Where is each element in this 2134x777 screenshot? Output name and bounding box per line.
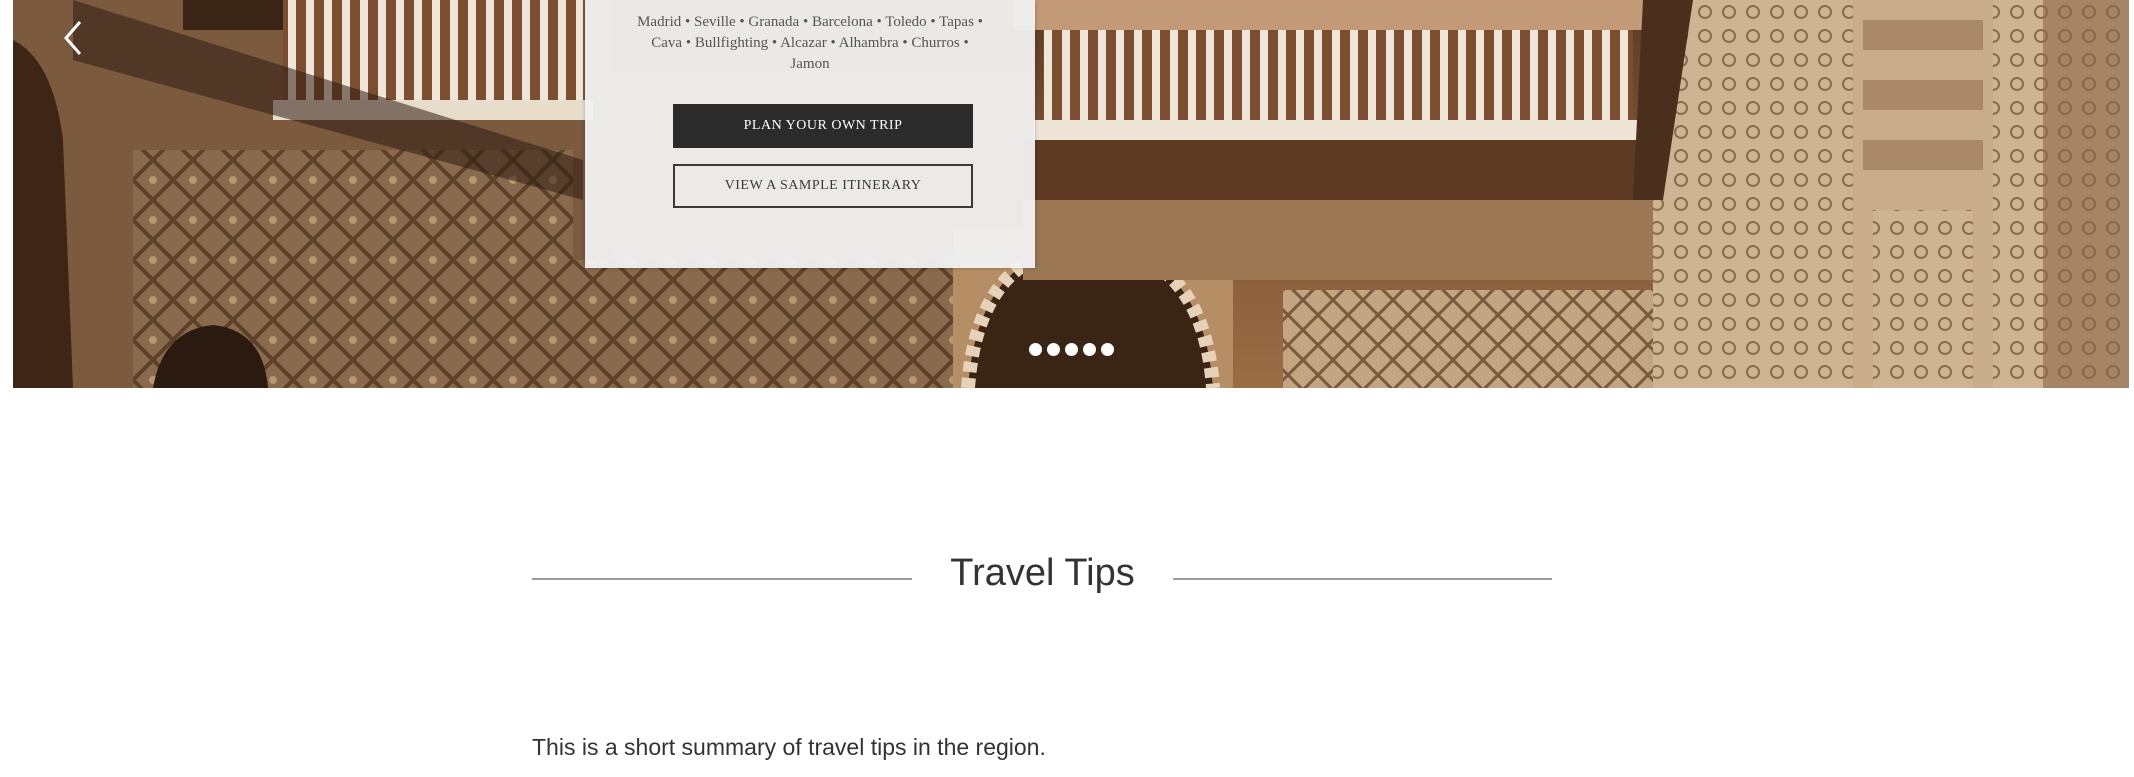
trip-panel: Madrid • Seville • Granada • Barcelona •… [585, 0, 1035, 268]
carousel-prev-button[interactable] [53, 14, 93, 62]
hero-carousel: Madrid • Seville • Granada • Barcelona •… [13, 0, 2129, 388]
carousel-dots [1029, 343, 1114, 356]
carousel-dot[interactable] [1083, 343, 1096, 356]
courtyard-photo [13, 0, 2129, 388]
carousel-dot[interactable] [1101, 343, 1114, 356]
carousel-dot[interactable] [1029, 343, 1042, 356]
divider-right [1173, 578, 1552, 580]
carousel-dot[interactable] [1047, 343, 1060, 356]
divider-left [532, 578, 912, 580]
plan-trip-button[interactable]: PLAN YOUR OWN TRIP [673, 104, 973, 148]
section-title: Travel Tips [950, 552, 1135, 594]
travel-tips-header: Travel Tips [532, 548, 1552, 608]
chevron-left-icon [64, 21, 82, 55]
travel-tips-summary: This is a short summary of travel tips i… [532, 734, 1046, 760]
carousel-dot[interactable] [1065, 343, 1078, 356]
places-list: Madrid • Seville • Granada • Barcelona •… [637, 14, 983, 72]
sample-itinerary-button[interactable]: VIEW A SAMPLE ITINERARY [673, 164, 973, 208]
